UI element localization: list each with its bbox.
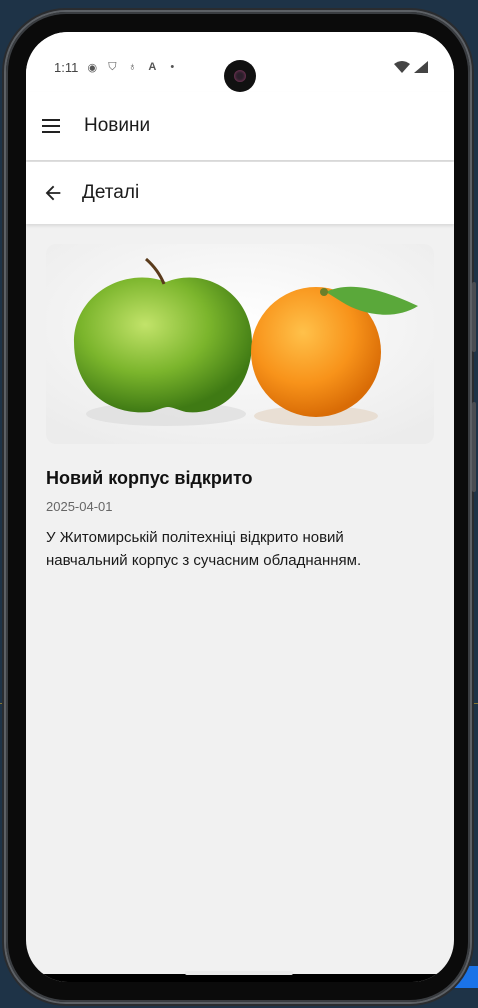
- article-image: [46, 244, 434, 444]
- system-nav-bar: [26, 974, 454, 982]
- dot-icon: •: [170, 61, 175, 73]
- status-time: 1:11: [54, 59, 79, 75]
- font-icon: A: [148, 61, 157, 73]
- wifi-icon: [394, 61, 410, 73]
- phone-frame: 1:11 ◉ ⛉ ♁ A • Новини Деталі Новий корпу…: [6, 12, 476, 1002]
- accessibility-icon: ♁: [128, 61, 137, 73]
- shield-icon: ⛉: [108, 60, 117, 73]
- home-indicator[interactable]: [185, 971, 293, 975]
- app-title: Новини: [84, 115, 151, 136]
- record-icon: ◉: [87, 61, 98, 74]
- details-title: Деталі: [82, 182, 140, 203]
- power-button: [472, 282, 476, 352]
- article-date: 2025-04-01: [46, 499, 113, 514]
- menu-icon[interactable]: [42, 119, 62, 133]
- app-bar: Новини: [26, 92, 454, 160]
- volume-button: [472, 402, 476, 492]
- signal-icon: [414, 61, 428, 73]
- details-bar: Деталі: [26, 162, 454, 224]
- apple-orange-image: [46, 244, 434, 444]
- back-arrow-icon[interactable]: [42, 182, 64, 204]
- phone-screen: 1:11 ◉ ⛉ ♁ A • Новини Деталі Новий корпу…: [26, 32, 454, 982]
- article-title: Новий корпус відкрито: [46, 468, 253, 488]
- front-camera: [224, 60, 256, 92]
- article-body: У Житомирській політехніці відкрито нови…: [46, 529, 362, 569]
